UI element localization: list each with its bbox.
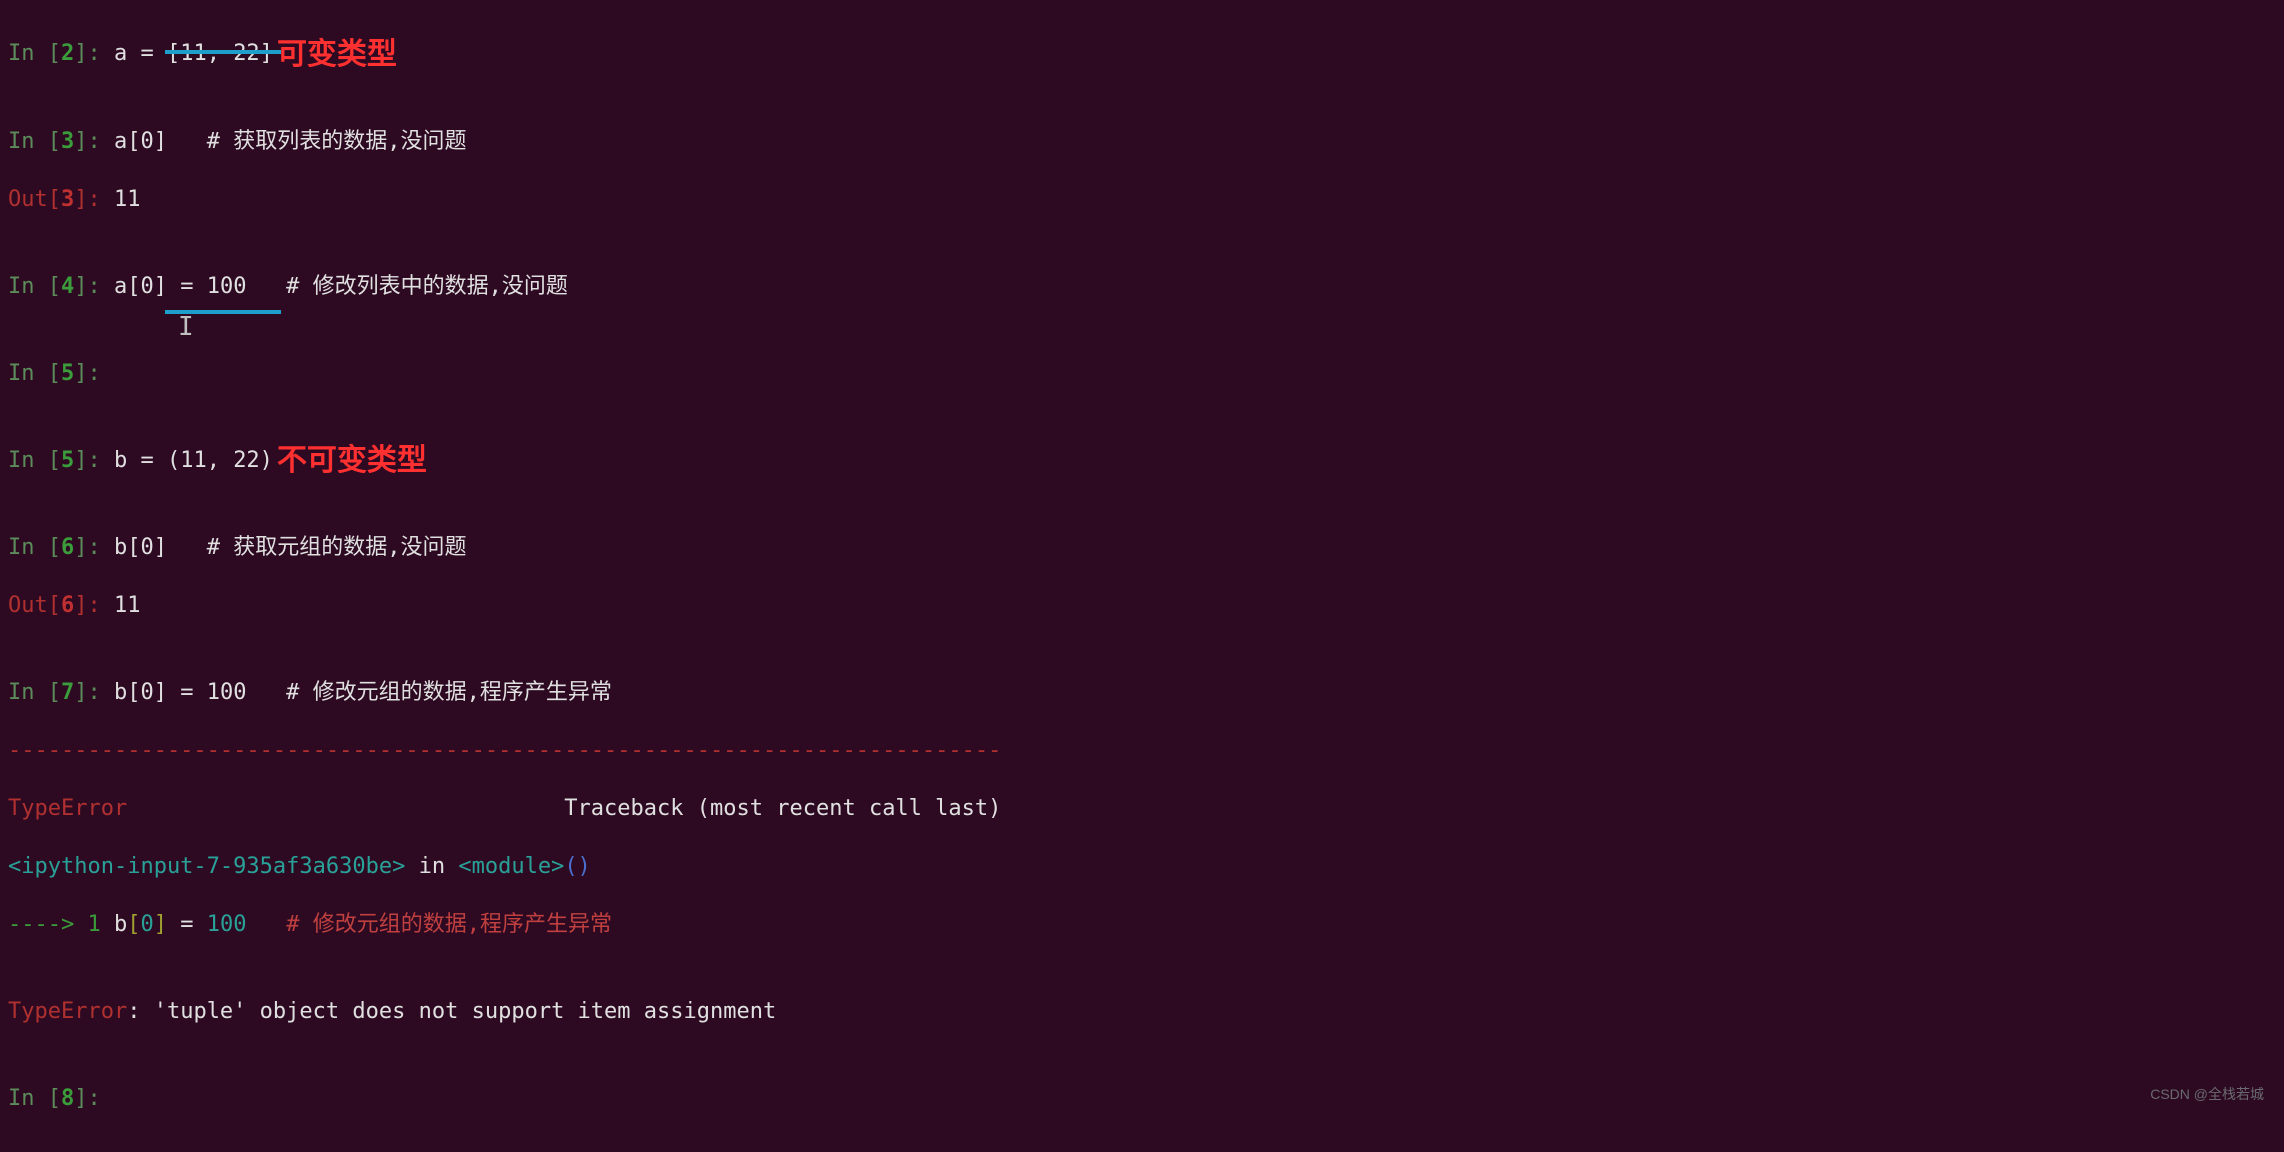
comment-text: # 修改列表中的数据,没问题 [286,274,568,299]
terminal-output: In [2]: a = [11, 22]可变类型 In [3]: a[0] # … [0,0,2284,1152]
code-text: b[0] = 100 [114,680,286,705]
cell-in-6: In [6]: b[0] # 获取元组的数据,没问题 [8,533,2276,562]
cell-in-8[interactable]: In [8]: [8,1084,2276,1113]
cell-in-3: In [3]: a[0] # 获取列表的数据,没问题 [8,127,2276,156]
error-location: <ipython-input-7-935af3a630be> in <modul… [8,852,2276,881]
error-message: TypeError: 'tuple' object does not suppo… [8,997,2276,1026]
annotation-immutable: 不可变类型 [277,446,427,475]
error-line: ----> 1 b[0] = 100 # 修改元组的数据,程序产生异常 [8,910,2276,939]
cell-in-5-empty: In [5]: [8,359,2276,388]
in-prompt: In [2]: [8,41,114,66]
out-prompt: Out[3]: [8,187,114,212]
comment-text: # 获取列表的数据,没问题 [207,129,467,154]
cell-out-3: Out[3]: 11 [8,185,2276,214]
in-prompt: In [7]: [8,680,114,705]
in-prompt: In [5]: [8,361,114,386]
code-text: a[0] = 100 [114,274,286,299]
code-text: a[0] [114,129,207,154]
output-value: 11 [114,187,141,212]
in-prompt: In [6]: [8,535,114,560]
cell-out-6: Out[6]: 11 [8,591,2276,620]
cell-in-7: In [7]: b[0] = 100 # 修改元组的数据,程序产生异常 [8,678,2276,707]
cell-in-2: In [2]: a = [11, 22]可变类型 [8,39,2276,69]
comment-text: # 获取元组的数据,没问题 [207,535,467,560]
cell-in-4: In [4]: a[0] = 100 # 修改列表中的数据,没问题 [8,272,2276,301]
cell-in-5: In [5]: b = (11, 22)不可变类型 [8,446,2276,476]
code-text: b[0] [114,535,207,560]
watermark-text: CSDN @全栈若城 [2150,1084,2264,1104]
in-prompt: In [5]: [8,448,114,473]
underline-annotation-1 [165,50,281,54]
output-value: 11 [114,593,141,618]
in-prompt: In [3]: [8,129,114,154]
error-header: TypeError Traceback (most recent call la… [8,794,2276,823]
in-prompt: In [8]: [8,1086,114,1111]
code-text: b = (11, 22) [114,448,273,473]
in-prompt: In [4]: [8,274,114,299]
out-prompt: Out[6]: [8,593,114,618]
comment-text: # 修改元组的数据,程序产生异常 [286,680,612,705]
annotation-mutable: 可变类型 [277,40,397,69]
error-separator: ----------------------------------------… [8,736,2276,765]
text-cursor-icon: I [178,312,194,342]
